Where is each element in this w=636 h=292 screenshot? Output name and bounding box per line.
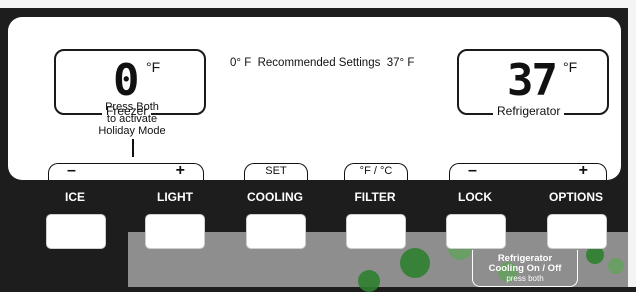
refrigerator-unit: °F: [563, 59, 577, 75]
unit-toggle-label: °F / °C: [359, 165, 393, 177]
light-button[interactable]: [145, 214, 205, 249]
freezer-plus-button[interactable]: +: [176, 162, 185, 180]
note-line: to activate: [106, 113, 158, 125]
refrigerator-minus-button[interactable]: –: [468, 162, 477, 180]
set-tab[interactable]: SET: [244, 163, 308, 180]
refrigerator-unit-letter: F: [568, 59, 578, 75]
set-label: SET: [265, 165, 287, 177]
display-panel: 0 °F Freezer Press Both to activate Holi…: [8, 17, 621, 180]
note-line: Holiday Mode: [98, 125, 166, 137]
unit-toggle-tab[interactable]: °F / °C: [344, 163, 408, 180]
filter-label: FILTER: [354, 190, 396, 204]
recommended-freezer: 0° F: [230, 57, 252, 69]
cooling-button[interactable]: [246, 214, 306, 249]
freezer-temp-adjust[interactable]: – +: [48, 162, 204, 180]
decor-dot: [400, 248, 430, 278]
refrigerator-temp: 37: [507, 55, 558, 106]
recommended-settings: 0° F Recommended Settings 37° F: [230, 57, 414, 69]
options-button[interactable]: [547, 214, 607, 249]
freezer-unit-letter: F: [151, 59, 161, 75]
lock-button[interactable]: [446, 214, 506, 249]
ice-label: ICE: [64, 190, 85, 204]
refrigerator-plus-button[interactable]: +: [579, 162, 588, 180]
recommended-title: Recommended Settings: [257, 57, 381, 69]
refrigerator-display: 37 °F Refrigerator: [457, 49, 609, 118]
ice-button[interactable]: [46, 214, 106, 249]
cooling-label: COOLING: [247, 190, 303, 204]
cooling-combo-hint: Refrigerator Cooling On / Off press both: [472, 250, 578, 287]
filter-button[interactable]: [346, 214, 406, 249]
freezer-unit: °F: [146, 59, 160, 75]
top-border: [0, 0, 636, 8]
decor-dot: [608, 258, 624, 274]
connector-line: [132, 139, 134, 157]
options-label: OPTIONS: [548, 190, 603, 204]
note-line: Press Both: [105, 101, 159, 113]
refrigerator-temp-adjust[interactable]: – +: [449, 162, 607, 180]
holiday-mode-note: Press Both to activate Holiday Mode: [92, 101, 172, 137]
freezer-minus-button[interactable]: –: [67, 162, 76, 180]
right-border: [628, 0, 636, 287]
combo-line: Cooling On / Off: [488, 263, 562, 274]
lock-label: LOCK: [458, 190, 492, 204]
connector-spacer: [50, 157, 210, 159]
recommended-fridge: 37° F: [386, 57, 415, 69]
light-label: LIGHT: [157, 190, 193, 204]
refrigerator-label: Refrigerator: [493, 104, 565, 118]
decor-dot: [358, 270, 380, 292]
freezer-temp: 0: [113, 55, 139, 106]
combo-line: press both: [506, 274, 544, 283]
